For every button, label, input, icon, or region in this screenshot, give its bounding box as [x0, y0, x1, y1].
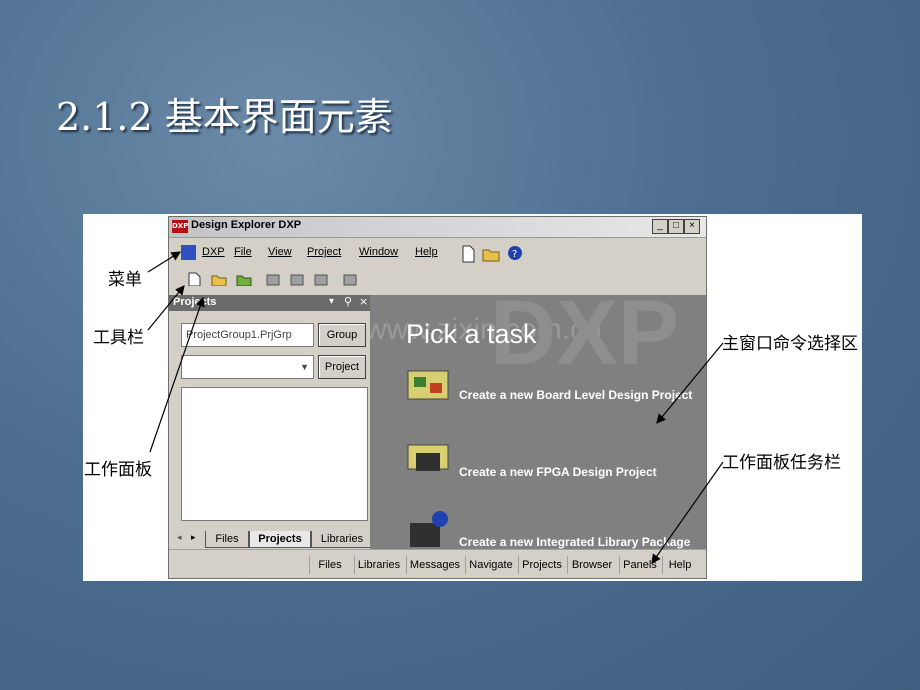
tool-b-icon[interactable]: [289, 272, 305, 286]
status-help[interactable]: Help: [662, 556, 697, 574]
pin-icon[interactable]: ⚲: [344, 295, 352, 308]
menu-dxp[interactable]: DXP: [202, 246, 225, 258]
panel-task-bar: Files Libraries Messages Navigate Projec…: [169, 549, 706, 578]
menu-help[interactable]: Help: [415, 246, 438, 258]
open-project-icon[interactable]: [236, 272, 252, 286]
status-projects[interactable]: Projects: [518, 556, 565, 574]
project-select[interactable]: ▼: [181, 355, 314, 379]
maximize-button[interactable]: □: [668, 219, 684, 234]
panel-tabs: ◂ ▸ Files Projects Libraries: [169, 531, 379, 551]
tab-libraries[interactable]: Libraries: [311, 531, 373, 548]
toolbar: [169, 267, 706, 291]
panel-title: Projects: [173, 296, 217, 308]
svg-text:?: ?: [512, 249, 517, 260]
annotation-main-area: 主窗口命令选择区: [722, 334, 858, 354]
task-board-level-project[interactable]: Create a new Board Level Design Project: [459, 388, 692, 402]
new-document-icon[interactable]: [459, 245, 477, 263]
panel-menu-icon[interactable]: ▾: [329, 296, 334, 307]
annotation-menu: 菜单: [108, 270, 142, 290]
tab-scroll-right-icon[interactable]: ▸: [191, 533, 196, 543]
panel-close-icon[interactable]: ×: [359, 295, 368, 308]
group-button[interactable]: Group: [318, 323, 366, 347]
tab-scroll-left-icon[interactable]: ◂: [177, 533, 182, 543]
open-icon[interactable]: [211, 272, 227, 286]
tool-a-icon[interactable]: [265, 272, 281, 286]
main-task-area: www.zixin.com.cn DXP Pick a task Create …: [370, 295, 706, 549]
dropdown-arrow-icon: ▼: [300, 362, 309, 372]
window-title: Design Explorer DXP: [191, 219, 302, 231]
status-messages[interactable]: Messages: [406, 556, 463, 574]
menu-bar: DXP File View Project Window Help ?: [169, 242, 706, 264]
projects-panel: Projects ▾ ⚲ × ProjectGroup1.PrjGrp Grou…: [169, 295, 373, 549]
task-fpga-project[interactable]: Create a new FPGA Design Project: [459, 465, 657, 479]
panel-header: Projects ▾ ⚲ ×: [169, 295, 370, 311]
fpga-design-icon[interactable]: [404, 439, 454, 483]
close-button[interactable]: ×: [684, 219, 700, 234]
project-button[interactable]: Project: [318, 355, 366, 379]
status-browser[interactable]: Browser: [567, 556, 616, 574]
annotation-panel-taskbar: 工作面板任务栏: [722, 453, 841, 473]
pick-a-task-heading: Pick a task: [406, 319, 537, 349]
tab-projects[interactable]: Projects: [249, 531, 311, 548]
help-icon[interactable]: ?: [507, 245, 523, 261]
dxp-menu-icon[interactable]: [181, 245, 196, 260]
open-folder-icon[interactable]: [482, 245, 502, 263]
task-integrated-library[interactable]: Create a new Integrated Library Package: [459, 535, 690, 549]
title-bar[interactable]: DXP Design Explorer DXP _ □ ×: [169, 217, 706, 238]
minimize-button[interactable]: _: [652, 219, 668, 234]
tab-files[interactable]: Files: [205, 531, 249, 548]
status-files[interactable]: Files: [309, 556, 350, 574]
status-panels[interactable]: Panels: [619, 556, 660, 574]
menu-project[interactable]: Project: [307, 246, 341, 258]
status-navigate[interactable]: Navigate: [465, 556, 516, 574]
project-list[interactable]: [181, 387, 368, 521]
dxp-logo-icon: DXP: [172, 220, 188, 233]
new-icon[interactable]: [186, 272, 202, 286]
project-group-field[interactable]: ProjectGroup1.PrjGrp: [181, 323, 314, 347]
tool-c-icon[interactable]: [313, 272, 329, 286]
menu-view[interactable]: View: [268, 246, 292, 258]
annotation-workpanel: 工作面板: [84, 460, 152, 480]
tool-d-icon[interactable]: [342, 272, 358, 286]
slide-title: 2.1.2 基本界面元素: [56, 95, 393, 139]
board-design-icon[interactable]: [404, 363, 454, 407]
dxp-window: DXP Design Explorer DXP _ □ × DXP File V…: [168, 216, 707, 579]
menu-file[interactable]: File: [234, 246, 252, 258]
menu-window[interactable]: Window: [359, 246, 398, 258]
status-libraries[interactable]: Libraries: [354, 556, 403, 574]
integrated-library-icon[interactable]: [404, 509, 454, 549]
annotation-toolbar: 工具栏: [93, 328, 144, 348]
